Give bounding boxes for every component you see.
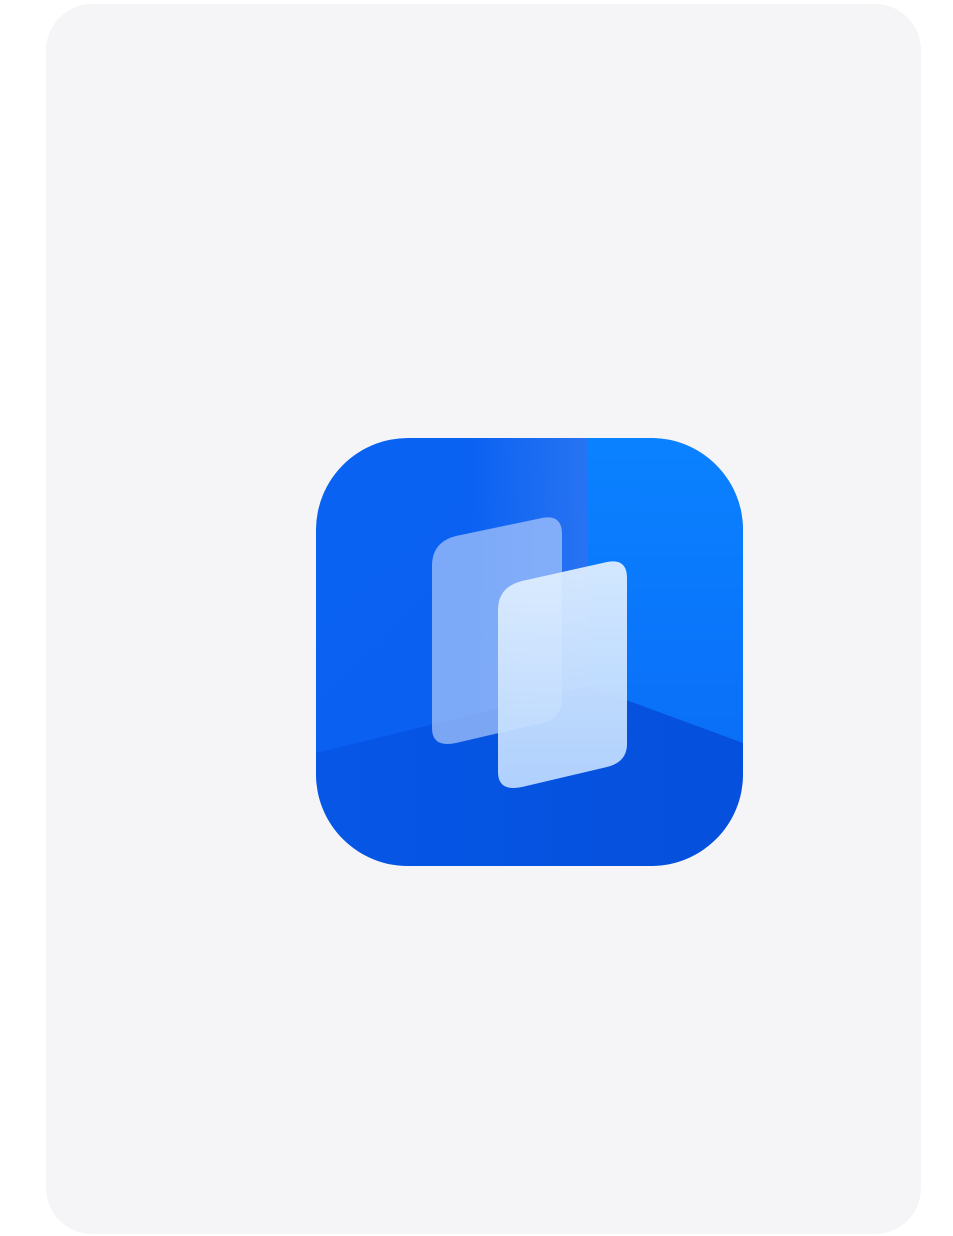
app-icon bbox=[316, 438, 743, 866]
splash-screen bbox=[46, 4, 921, 1234]
layered-cards-icon bbox=[316, 438, 743, 866]
